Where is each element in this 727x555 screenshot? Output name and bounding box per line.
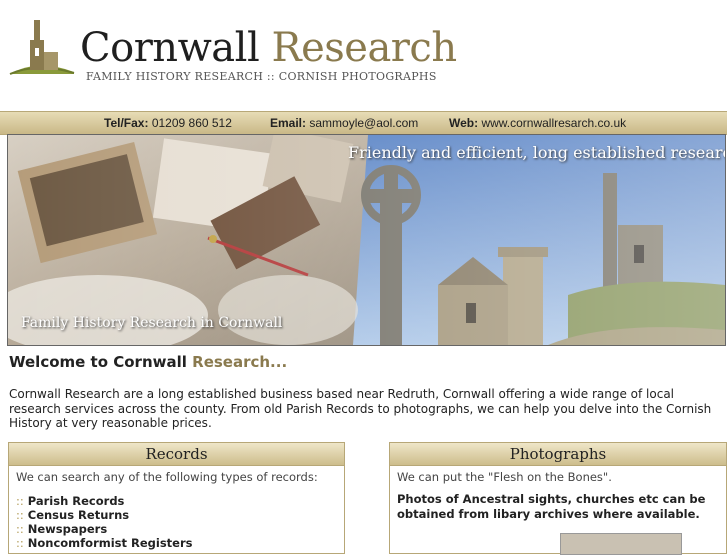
list-item: :: Census Returns	[16, 508, 130, 522]
tel-label: Tel/Fax:	[104, 116, 149, 130]
tagline: FAMILY HISTORY RESEARCH :: CORNISH PHOTO…	[86, 70, 437, 83]
welcome-title-part2: Research...	[192, 353, 288, 371]
banner-caption: Family History Research in Cornwall	[21, 315, 283, 331]
bullet-icon: ::	[16, 494, 24, 508]
contact-bar: Tel/Fax: 01209 860 512 Email: sammoyle@a…	[0, 111, 727, 135]
hero-banner: Friendly and efficient, long established…	[7, 134, 726, 346]
brand-word-cornwall: Cornwall	[80, 25, 260, 71]
intro-paragraph: Cornwall Research are a long established…	[9, 387, 712, 430]
archive-photo-thumbnail	[560, 533, 682, 555]
web-label: Web:	[449, 116, 479, 130]
web-link[interactable]: www.cornwallresarch.co.uk	[481, 116, 626, 130]
welcome-title-part1: Welcome to Cornwall	[9, 353, 187, 371]
list-item: :: Newspapers	[16, 522, 108, 536]
records-title: Records	[9, 443, 344, 466]
web-info: Web: www.cornwallresarch.co.uk	[449, 116, 626, 130]
list-item: :: Parish Records	[16, 494, 125, 508]
welcome-heading: Welcome to Cornwall Research...	[9, 353, 287, 371]
banner-headline: Friendly and efficient, long established…	[348, 143, 726, 162]
records-subtitle: We can search any of the following types…	[16, 470, 318, 484]
tel-info: Tel/Fax: 01209 860 512	[104, 116, 232, 130]
email-link[interactable]: sammoyle@aol.com	[309, 116, 418, 130]
brand-word-research: Research	[271, 25, 457, 71]
bullet-icon: ::	[16, 536, 24, 550]
brand-name: Cornwall Research	[80, 24, 457, 72]
banner-photo-collage	[8, 135, 725, 345]
records-panel: Records We can search any of the followi…	[8, 442, 345, 554]
email-info: Email: sammoyle@aol.com	[270, 116, 418, 130]
photographs-subtitle: We can put the "Flesh on the Bones".	[397, 470, 612, 484]
photographs-title: Photographs	[390, 443, 726, 466]
photographs-body: Photos of Ancestral sights, churches etc…	[397, 492, 706, 521]
bullet-icon: ::	[16, 508, 24, 522]
records-list: :: Parish Records :: Census Returns :: News…	[16, 494, 337, 550]
bullet-icon: ::	[16, 522, 24, 536]
email-label: Email:	[270, 116, 307, 130]
tel-value: 01209 860 512	[151, 116, 232, 130]
photographs-panel: Photographs We can put the "Flesh on the…	[389, 442, 727, 555]
list-item: :: Noncomformist Registers	[16, 536, 193, 550]
church-logo-icon	[9, 20, 75, 75]
site-header: Cornwall Research FAMILY HISTORY RESEARC…	[0, 0, 727, 110]
